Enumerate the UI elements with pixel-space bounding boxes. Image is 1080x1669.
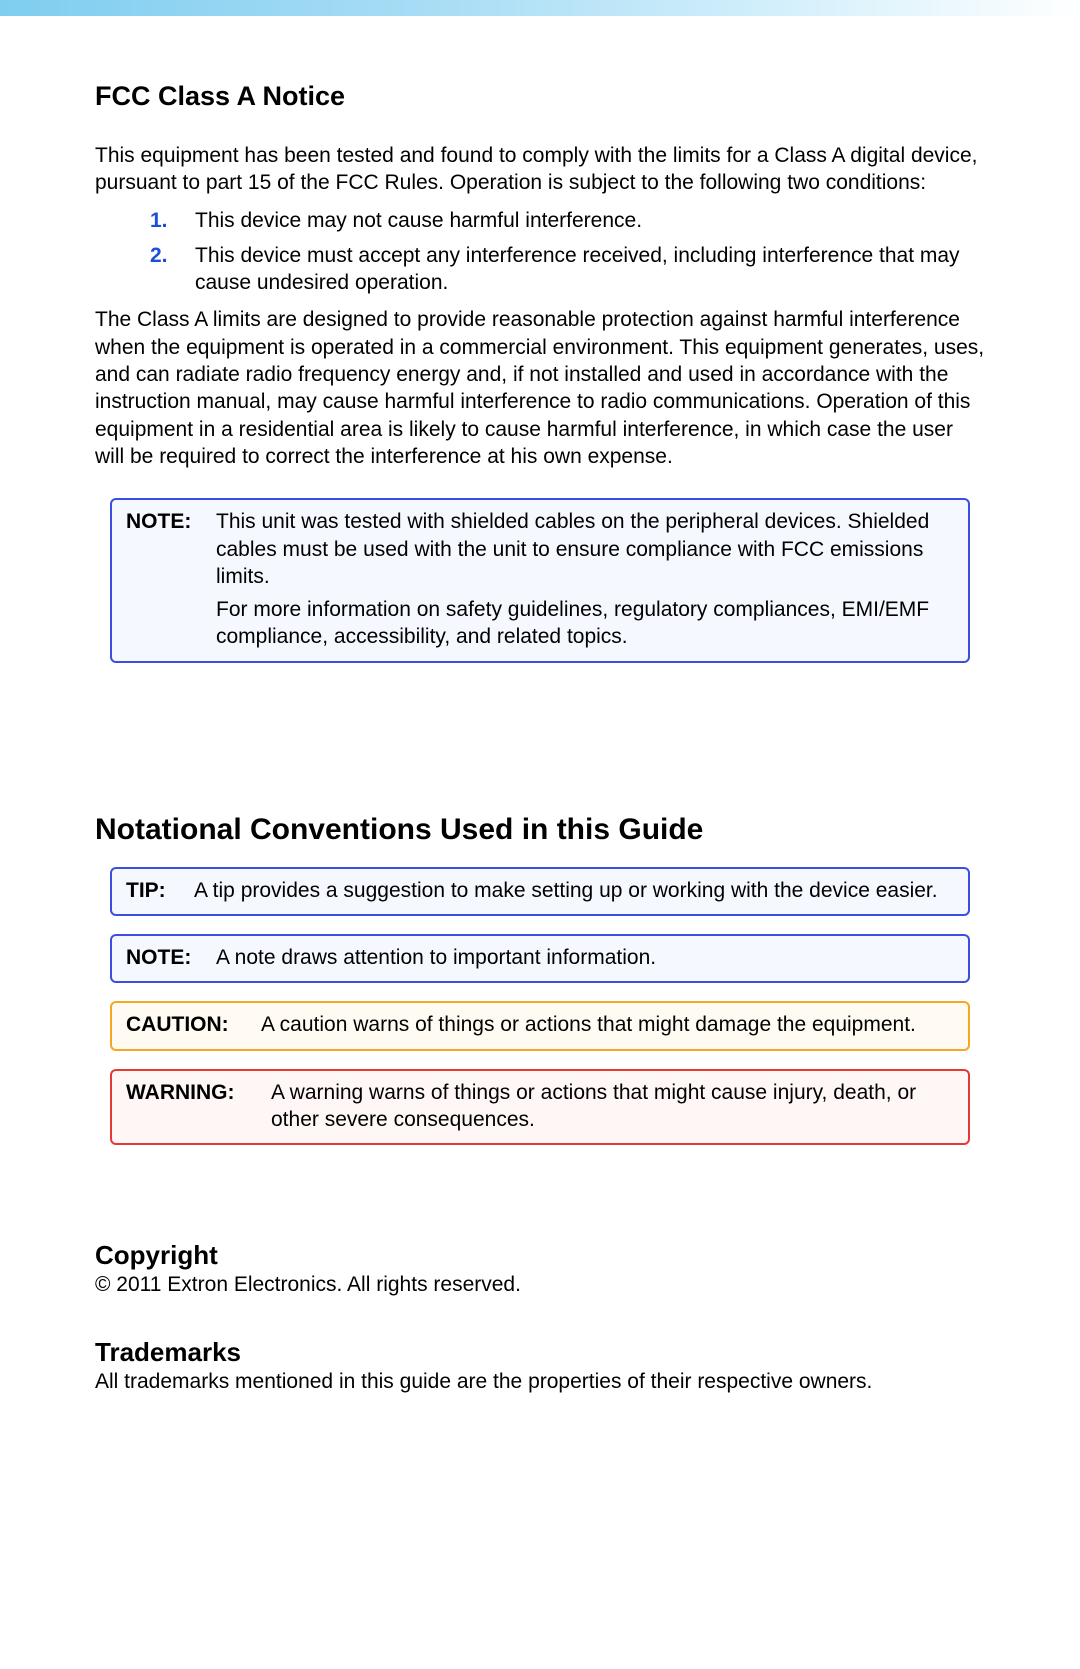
fcc-heading: FCC Class A Notice (95, 81, 985, 112)
conventions-heading: Notational Conventions Used in this Guid… (95, 813, 985, 847)
fcc-note-box: NOTE: This unit was tested with shielded… (110, 498, 970, 662)
list-text: This device may not cause harmful interf… (195, 209, 642, 232)
list-item: 1. This device may not cause harmful int… (150, 207, 985, 234)
note-text: A note draws attention to important info… (216, 944, 954, 971)
list-number: 1. (150, 207, 168, 234)
caution-text: A caution warns of things or actions tha… (261, 1011, 954, 1038)
tip-label: TIP: (126, 877, 194, 904)
warning-label: WARNING: (126, 1079, 271, 1106)
warning-box: WARNING: A warning warns of things or ac… (110, 1069, 970, 1146)
list-number: 2. (150, 242, 168, 269)
list-item: 2. This device must accept any interfere… (150, 242, 985, 297)
caution-label: CAUTION: (126, 1011, 261, 1038)
fcc-conditions-list: 1. This device may not cause harmful int… (95, 207, 985, 297)
copyright-text: © 2011 Extron Electronics. All rights re… (95, 1273, 985, 1297)
list-text: This device must accept any interference… (195, 244, 960, 294)
fcc-intro: This equipment has been tested and found… (95, 142, 985, 197)
note-paragraph: This unit was tested with shielded cable… (216, 508, 954, 590)
note-paragraph: For more information on safety guideline… (216, 596, 954, 651)
tip-box: TIP: A tip provides a suggestion to make… (110, 867, 970, 916)
tip-text: A tip provides a suggestion to make sett… (194, 877, 954, 904)
note-text: This unit was tested with shielded cable… (216, 508, 954, 650)
caution-box: CAUTION: A caution warns of things or ac… (110, 1001, 970, 1050)
header-accent-bar (0, 0, 1080, 16)
trademarks-text: All trademarks mentioned in this guide a… (95, 1370, 985, 1394)
note-box: NOTE: A note draws attention to importan… (110, 934, 970, 983)
note-label: NOTE: (126, 944, 216, 971)
warning-text: A warning warns of things or actions tha… (271, 1079, 954, 1134)
note-label: NOTE: (126, 508, 216, 535)
page-content: FCC Class A Notice This equipment has be… (0, 16, 1080, 1394)
fcc-body: The Class A limits are designed to provi… (95, 306, 985, 470)
copyright-heading: Copyright (95, 1240, 985, 1271)
trademarks-heading: Trademarks (95, 1337, 985, 1368)
